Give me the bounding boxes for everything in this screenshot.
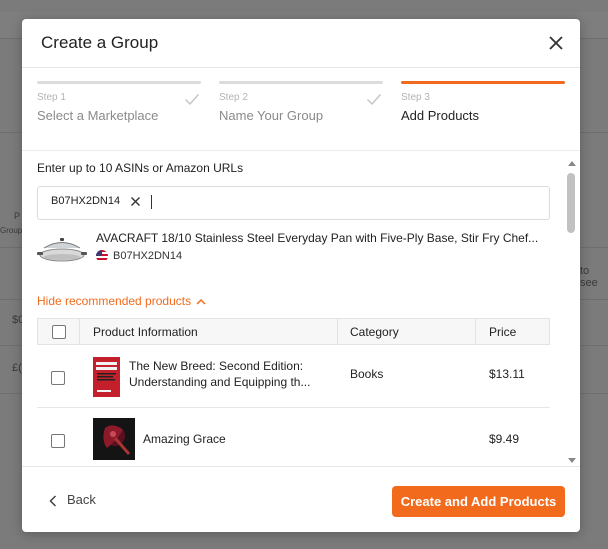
- step-number: Step 1: [37, 92, 66, 103]
- album-cover-image: [93, 418, 135, 460]
- asin-input[interactable]: B07HX2DN14: [37, 186, 550, 220]
- modal-header: Create a Group: [22, 19, 580, 68]
- bg-fragment: P: [14, 211, 21, 221]
- selected-product-asin: B07HX2DN14: [113, 250, 183, 262]
- row-checkbox[interactable]: [51, 371, 65, 385]
- divider: [22, 150, 580, 151]
- selected-product: AVACRAFT 18/10 Stainless Steel Everyday …: [37, 231, 550, 271]
- close-button[interactable]: [546, 33, 566, 53]
- bg-fragment: £(: [12, 362, 22, 374]
- product-price: $13.11: [489, 367, 525, 381]
- text-cursor: [151, 195, 152, 209]
- step-number: Step 2: [219, 92, 248, 103]
- table-row[interactable]: The New Breed: Second Edition: Understan…: [37, 345, 550, 408]
- bg-fragment: to see: [580, 265, 598, 289]
- product-title-line: The New Breed: Second Edition:: [129, 359, 304, 373]
- step-3: Step 3 Add Products: [401, 81, 565, 123]
- row-checkbox[interactable]: [51, 434, 65, 448]
- scrollbar-thumb[interactable]: [567, 173, 575, 233]
- pan-product-image: [37, 238, 87, 262]
- product-title-line: Understanding and Equipping th...: [129, 375, 311, 389]
- scroll-down-arrow-icon[interactable]: [568, 458, 576, 463]
- chevron-up-icon: [196, 298, 206, 305]
- modal-title: Create a Group: [41, 33, 159, 52]
- vertical-scrollbar[interactable]: [565, 161, 577, 466]
- modal-footer: Back Create and Add Products: [22, 466, 580, 532]
- table-header: Product Information Category Price: [37, 318, 550, 345]
- step-progress-bar: [219, 81, 383, 84]
- modal-body[interactable]: Enter up to 10 ASINs or Amazon URLs B07H…: [37, 161, 550, 466]
- header-product-info: Product Information: [93, 325, 198, 339]
- product-price: $9.49: [489, 432, 520, 446]
- product-title-line: Amazing Grace: [143, 432, 226, 446]
- column-divider: [337, 319, 338, 344]
- step-name: Select a Marketplace: [37, 108, 159, 123]
- check-icon: [367, 94, 382, 106]
- table-row[interactable]: Amazing Grace $9.49: [37, 408, 550, 466]
- step-name: Add Products: [401, 108, 480, 123]
- create-and-add-products-button[interactable]: Create and Add Products: [392, 486, 565, 517]
- step-progress-bar: [37, 81, 201, 84]
- scroll-up-arrow-icon[interactable]: [568, 161, 576, 166]
- check-icon: [185, 94, 200, 106]
- bg-fragment: Group: [0, 226, 23, 235]
- stepper: Step 1 Select a Marketplace Step 2 Name …: [37, 81, 565, 131]
- us-flag-icon: [96, 250, 108, 262]
- step-number: Step 3: [401, 92, 430, 103]
- remove-chip-icon[interactable]: [130, 196, 141, 207]
- header-category: Category: [350, 325, 399, 339]
- back-label: Back: [67, 492, 96, 507]
- step-2: Step 2 Name Your Group: [219, 81, 383, 123]
- column-divider: [475, 319, 476, 344]
- column-divider: [79, 319, 80, 344]
- select-all-checkbox[interactable]: [52, 325, 66, 339]
- book-cover-image: [93, 357, 120, 397]
- asin-chip-label: B07HX2DN14: [51, 195, 121, 207]
- selected-product-title: AVACRAFT 18/10 Stainless Steel Everyday …: [96, 231, 539, 245]
- step-progress-bar: [401, 81, 565, 84]
- back-button[interactable]: Back: [49, 492, 96, 507]
- close-icon: [549, 36, 563, 50]
- hide-recommended-toggle[interactable]: Hide recommended products: [37, 294, 206, 308]
- hide-recommended-label: Hide recommended products: [37, 294, 192, 308]
- step-1: Step 1 Select a Marketplace: [37, 81, 201, 123]
- product-category: Books: [350, 367, 384, 381]
- create-group-modal: Create a Group Step 1 Select a Marketpla…: [22, 19, 580, 532]
- asin-prompt: Enter up to 10 ASINs or Amazon URLs: [37, 161, 244, 175]
- chevron-left-icon: [49, 495, 57, 507]
- header-price: Price: [489, 325, 517, 339]
- step-name: Name Your Group: [219, 108, 324, 123]
